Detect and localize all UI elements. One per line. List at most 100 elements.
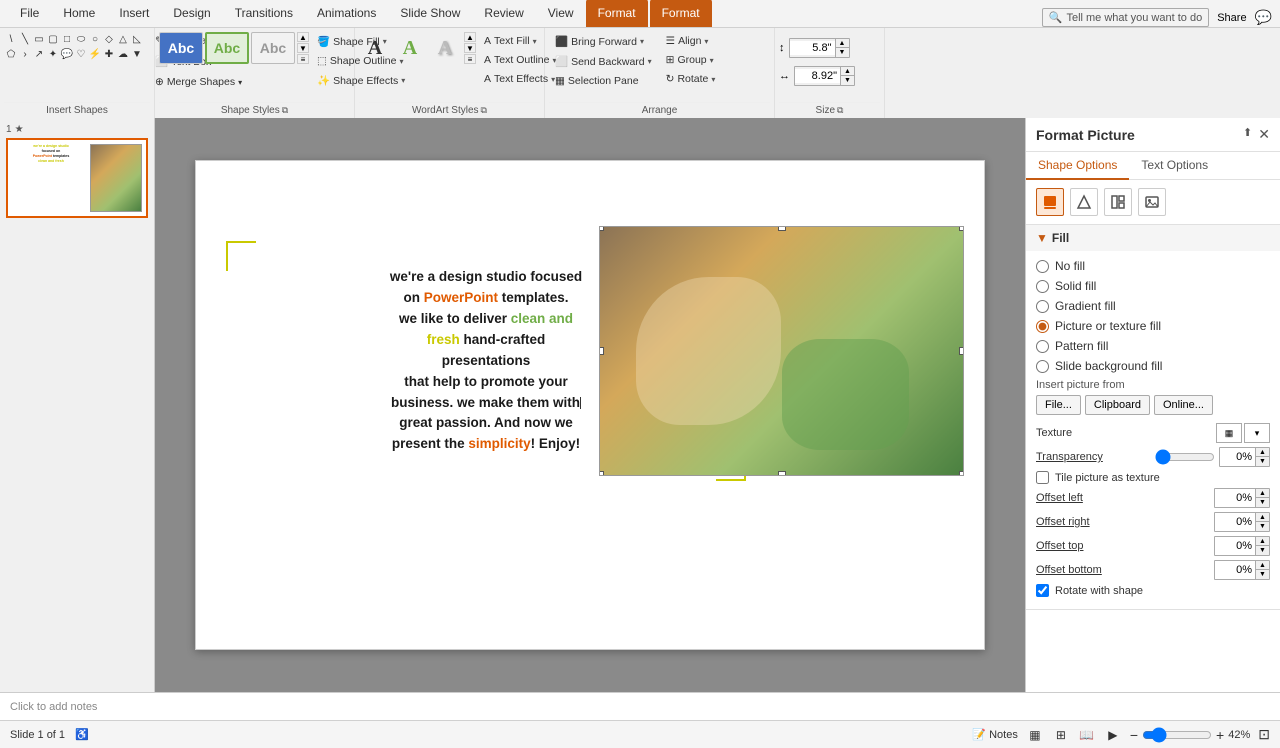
shape-triangle[interactable]: △ — [116, 32, 130, 46]
shape-square[interactable]: □ — [60, 32, 74, 46]
tile-checkbox[interactable] — [1036, 471, 1049, 484]
tile-checkbox-row[interactable]: Tile picture as texture — [1036, 471, 1270, 484]
online-button[interactable]: Online... — [1154, 395, 1213, 415]
gradient-fill-option[interactable]: Gradient fill — [1036, 299, 1270, 313]
offset-right-up[interactable]: ▲ — [1255, 513, 1269, 522]
handle-top-right[interactable] — [959, 226, 964, 231]
width-input[interactable]: 8.92" — [795, 69, 840, 83]
tab-design[interactable]: Design — [161, 0, 222, 27]
shape-styles-expand[interactable]: ⧉ — [282, 105, 288, 116]
offset-top-down[interactable]: ▼ — [1255, 546, 1269, 555]
align-button[interactable]: ☰ Align ▾ — [660, 32, 722, 50]
height-spin-down[interactable]: ▼ — [835, 48, 849, 57]
tab-home[interactable]: Home — [51, 0, 107, 27]
fill-section-header[interactable]: ▼ Fill — [1026, 225, 1280, 251]
handle-middle-right[interactable] — [959, 347, 964, 355]
tab-shape-options[interactable]: Shape Options — [1026, 152, 1129, 180]
tab-file[interactable]: File — [8, 0, 51, 27]
offset-left-input[interactable]: 0% — [1215, 491, 1255, 505]
wordart-expand[interactable]: ⧉ — [481, 105, 487, 116]
transparency-input[interactable] — [1220, 450, 1255, 464]
tab-review[interactable]: Review — [472, 0, 535, 27]
slide-thumbnail-1[interactable]: we're a design studiofocused onPowerPoin… — [6, 138, 148, 218]
slide-bg-radio[interactable] — [1036, 360, 1049, 373]
offset-top-up[interactable]: ▲ — [1255, 537, 1269, 546]
zoom-in-button[interactable]: + — [1216, 727, 1224, 743]
shape-star5[interactable]: ✦ — [46, 47, 60, 61]
panel-collapse-button[interactable]: ⬆ — [1243, 126, 1252, 143]
shape-rounded-rect[interactable]: ▢ — [46, 32, 60, 46]
group-button[interactable]: ⊞ Group ▾ — [660, 51, 722, 69]
pattern-fill-option[interactable]: Pattern fill — [1036, 339, 1270, 353]
slide-image-box[interactable]: ↻ — [599, 226, 964, 476]
handle-middle-left[interactable] — [599, 347, 604, 355]
style-scroll-expand[interactable]: ≡ — [297, 54, 309, 64]
offset-left-up[interactable]: ▲ — [1255, 489, 1269, 498]
shape-pentagon[interactable]: ⬠ — [4, 47, 18, 61]
handle-bottom-left[interactable] — [599, 471, 604, 476]
reading-view-button[interactable]: 📖 — [1078, 726, 1096, 744]
notes-area[interactable]: Click to add notes — [0, 692, 1280, 720]
wordart-scroll-expand[interactable]: ≡ — [464, 54, 476, 64]
offset-right-input[interactable]: 0% — [1215, 515, 1255, 529]
width-spin-up[interactable]: ▲ — [840, 67, 854, 76]
slide-canvas[interactable]: we're a design studio focused on PowerPo… — [195, 160, 985, 650]
transparency-down[interactable]: ▼ — [1255, 457, 1269, 466]
share-button[interactable]: Share — [1217, 12, 1246, 24]
offset-bottom-up[interactable]: ▲ — [1255, 561, 1269, 570]
zoom-slider[interactable] — [1142, 727, 1212, 743]
rotate-button[interactable]: ↻ Rotate ▾ — [660, 70, 722, 88]
offset-bottom-down[interactable]: ▼ — [1255, 570, 1269, 579]
shape-more[interactable]: ▼ — [130, 47, 144, 61]
handle-top-left[interactable] — [599, 226, 604, 231]
offset-left-down[interactable]: ▼ — [1255, 498, 1269, 507]
handle-top-middle[interactable] — [778, 226, 786, 231]
bring-forward-button[interactable]: ⬛ Bring Forward ▾ — [549, 32, 658, 51]
tab-format1[interactable]: Format — [586, 0, 648, 27]
handle-bottom-right[interactable] — [959, 471, 964, 476]
size-expand[interactable]: ⧉ — [837, 105, 843, 116]
tab-slideshow[interactable]: Slide Show — [388, 0, 472, 27]
tab-transitions[interactable]: Transitions — [223, 0, 305, 27]
fill-color-panel-icon[interactable] — [1036, 188, 1064, 216]
image-panel-icon[interactable] — [1138, 188, 1166, 216]
picture-fill-radio[interactable] — [1036, 320, 1049, 333]
pattern-fill-radio[interactable] — [1036, 340, 1049, 353]
zoom-out-button[interactable]: − — [1130, 727, 1138, 743]
shape-cylinder[interactable]: ⬭ — [74, 32, 88, 46]
offset-right-down[interactable]: ▼ — [1255, 522, 1269, 531]
wordart-scroll-down[interactable]: ▼ — [464, 43, 476, 53]
tab-text-options[interactable]: Text Options — [1129, 152, 1220, 179]
wordart-sample-3[interactable]: A — [429, 32, 461, 64]
height-spin-up[interactable]: ▲ — [835, 39, 849, 48]
rotate-checkbox-row[interactable]: Rotate with shape — [1036, 584, 1270, 597]
shape-heart[interactable]: ♡ — [74, 47, 88, 61]
style-scroll-down[interactable]: ▼ — [297, 43, 309, 53]
slide-bg-fill-option[interactable]: Slide background fill — [1036, 359, 1270, 373]
shape-cross[interactable]: ✚ — [102, 47, 116, 61]
shape-rt-triangle[interactable]: ◺ — [130, 32, 144, 46]
slide-sorter-button[interactable]: ⊞ — [1052, 726, 1070, 744]
selection-pane-button[interactable]: ▦ Selection Pane — [549, 72, 658, 90]
clipboard-button[interactable]: Clipboard — [1085, 395, 1150, 415]
no-fill-option[interactable]: No fill — [1036, 259, 1270, 273]
shape-callout[interactable]: 💬 — [60, 47, 74, 61]
shape-curved-arrow[interactable]: ↗ — [32, 47, 46, 61]
normal-view-button[interactable]: ▦ — [1026, 726, 1044, 744]
shape-chevron[interactable]: › — [18, 47, 32, 61]
search-box[interactable]: 🔍 Tell me what you want to do — [1042, 8, 1209, 27]
tab-insert[interactable]: Insert — [107, 0, 161, 27]
wordart-sample-1[interactable]: A — [359, 32, 391, 64]
accessibility-icon[interactable]: ♿ — [75, 728, 89, 741]
texture-dropdown[interactable]: ▾ — [1244, 423, 1270, 443]
no-fill-radio[interactable] — [1036, 260, 1049, 273]
shape-rect[interactable]: ▭ — [32, 32, 46, 46]
solid-fill-radio[interactable] — [1036, 280, 1049, 293]
slideshow-button[interactable]: ▶ — [1104, 726, 1122, 744]
send-backward-button[interactable]: ⬜ Send Backward ▾ — [549, 52, 658, 71]
shape-cloud[interactable]: ☁ — [116, 47, 130, 61]
layout-panel-icon[interactable] — [1104, 188, 1132, 216]
style-sample-3[interactable]: Abc — [251, 32, 295, 64]
panel-close-button[interactable]: ✕ — [1258, 126, 1270, 143]
offset-bottom-input[interactable]: 0% — [1215, 563, 1255, 577]
